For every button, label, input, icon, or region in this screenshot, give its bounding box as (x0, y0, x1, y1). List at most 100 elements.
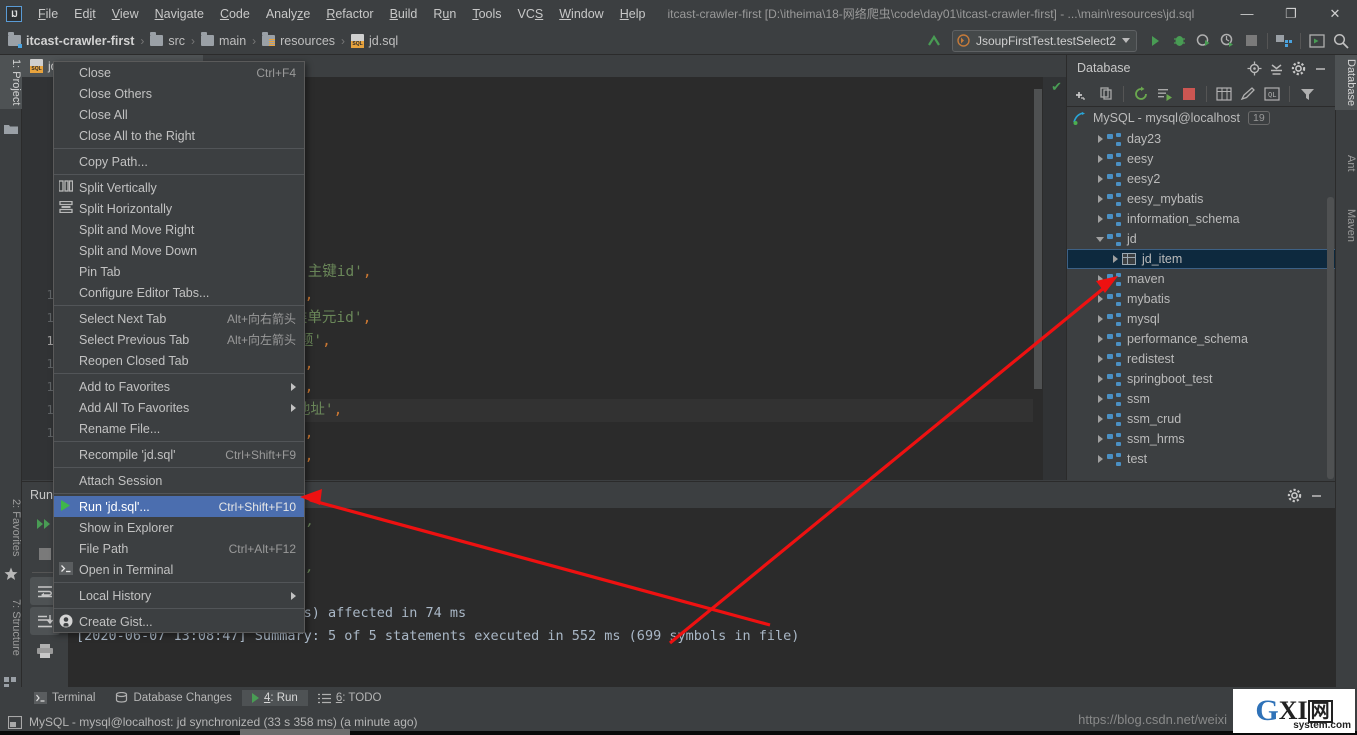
chevron-right-icon[interactable] (1093, 335, 1107, 343)
gear-icon[interactable] (1283, 484, 1305, 506)
database-schema-node[interactable]: eesy_mybatis (1067, 189, 1336, 209)
locate-icon[interactable] (1243, 57, 1265, 79)
chevron-right-icon[interactable] (1093, 175, 1107, 183)
menu-item-reopen-closed-tab[interactable]: Reopen Closed Tab (54, 350, 304, 371)
breadcrumb-project[interactable]: itcast-crawler-first (8, 32, 134, 48)
database-schema-node[interactable]: eesy2 (1067, 169, 1336, 189)
duplicate-icon[interactable] (1095, 83, 1117, 105)
menu-item-attach-session[interactable]: Attach Session (54, 470, 304, 491)
bottom-tab-terminal[interactable]: Terminal (24, 690, 105, 706)
chevron-right-icon[interactable] (1093, 295, 1107, 303)
menu-run[interactable]: Run (425, 3, 464, 25)
menu-analyze[interactable]: Analyze (258, 3, 318, 25)
gear-icon[interactable] (1287, 57, 1309, 79)
menu-refactor[interactable]: Refactor (318, 3, 381, 25)
database-schema-node[interactable]: ssm_crud (1067, 409, 1336, 429)
database-schema-node[interactable]: redistest (1067, 349, 1336, 369)
database-schema-node[interactable]: jd (1067, 229, 1336, 249)
console-icon[interactable]: QL (1261, 83, 1283, 105)
menu-build[interactable]: Build (382, 3, 426, 25)
menu-item-select-previous-tab[interactable]: Select Previous Tab Alt+向左箭头 (54, 329, 304, 350)
chevron-right-icon[interactable] (1093, 415, 1107, 423)
menu-item-close-others[interactable]: Close Others (54, 83, 304, 104)
menu-item-rename-file[interactable]: Rename File... (54, 418, 304, 439)
bottom-tab-todo[interactable]: 6: TODO (308, 690, 392, 706)
refresh-icon[interactable] (1130, 83, 1152, 105)
database-schema-node[interactable]: eesy (1067, 149, 1336, 169)
database-scrollbar-thumb[interactable] (1327, 197, 1334, 479)
menu-item-create-gist[interactable]: Create Gist... (54, 611, 304, 632)
chevron-down-icon[interactable] (1093, 236, 1107, 242)
bottom-tab-database-changes[interactable]: Database Changes (105, 690, 241, 707)
chevron-right-icon[interactable] (1093, 355, 1107, 363)
sidebar-tab-project[interactable]: 1: Project (0, 55, 22, 110)
add-icon[interactable] (1071, 83, 1093, 105)
chevron-right-icon[interactable] (1093, 155, 1107, 163)
debug-button[interactable] (1167, 29, 1191, 53)
run-configuration-selector[interactable]: JsoupFirstTest.testSelect2 (951, 29, 1137, 52)
hide-panel-icon[interactable] (1309, 57, 1331, 79)
chevron-right-icon[interactable] (1093, 455, 1107, 463)
maximize-button[interactable]: ❐ (1269, 0, 1313, 27)
hide-panel-icon[interactable] (1305, 484, 1327, 506)
database-schema-node[interactable]: mysql (1067, 309, 1336, 329)
database-schema-node[interactable]: information_schema (1067, 209, 1336, 229)
sidebar-tab-database[interactable]: Database (1335, 55, 1357, 111)
chevron-right-icon[interactable] (1093, 215, 1107, 223)
menu-item-configure-editor-tabs[interactable]: Configure Editor Tabs... (54, 282, 304, 303)
sidebar-tab-structure[interactable]: 7: Structure (0, 595, 22, 660)
menu-item-split-and-move-right[interactable]: Split and Move Right (54, 219, 304, 240)
run-button[interactable] (1143, 29, 1167, 53)
database-schema-node[interactable]: day23 (1067, 129, 1336, 149)
filter-icon[interactable] (1296, 83, 1318, 105)
menu-edit[interactable]: Edit (66, 3, 104, 25)
menu-help[interactable]: Help (612, 3, 654, 25)
menu-item-open-in-terminal[interactable]: Open in Terminal (54, 559, 304, 580)
profile-button[interactable] (1215, 29, 1239, 53)
database-schema-node[interactable]: springboot_test (1067, 369, 1336, 389)
collapse-all-icon[interactable] (1265, 57, 1287, 79)
stop-button[interactable] (1239, 29, 1263, 53)
menu-item-select-next-tab[interactable]: Select Next Tab Alt+向右箭头 (54, 308, 304, 329)
menu-view[interactable]: View (104, 3, 147, 25)
sidebar-tab-maven[interactable]: Maven (1335, 205, 1357, 246)
chevron-right-icon[interactable] (1108, 255, 1122, 263)
menu-item-split-vertically[interactable]: Split Vertically (54, 177, 304, 198)
menu-item-pin-tab[interactable]: Pin Tab (54, 261, 304, 282)
close-button[interactable]: ✕ (1313, 0, 1357, 27)
menu-file[interactable]: File (30, 3, 66, 25)
database-schema-node[interactable]: performance_schema (1067, 329, 1336, 349)
project-structure-icon[interactable] (1272, 29, 1296, 53)
run-query-icon[interactable] (1154, 83, 1176, 105)
menu-item-close-all[interactable]: Close All (54, 104, 304, 125)
vcs-update-icon[interactable] (922, 29, 946, 53)
edit-icon[interactable] (1237, 83, 1259, 105)
database-schema-node[interactable]: maven (1067, 269, 1336, 289)
menu-item-close-all-to-the-right[interactable]: Close All to the Right (54, 125, 304, 146)
menu-tools[interactable]: Tools (464, 3, 509, 25)
editor-tab-context-menu[interactable]: Close Ctrl+F4 Close Others Close All Close A… (53, 61, 305, 633)
run-with-coverage-button[interactable] (1191, 29, 1215, 53)
database-schema-node[interactable]: mybatis (1067, 289, 1336, 309)
breadcrumb-main[interactable]: main (201, 32, 246, 48)
database-connection-node[interactable]: MySQL - mysql@localhost 19 (1067, 107, 1336, 129)
stop-icon[interactable] (1178, 83, 1200, 105)
database-schema-node[interactable]: test (1067, 449, 1336, 469)
menu-item-recompile-jd-sql[interactable]: Recompile 'jd.sql' Ctrl+Shift+F9 (54, 444, 304, 465)
menu-code[interactable]: Code (212, 3, 258, 25)
menu-item-split-horizontally[interactable]: Split Horizontally (54, 198, 304, 219)
menu-item-file-path[interactable]: File Path Ctrl+Alt+F12 (54, 538, 304, 559)
chevron-right-icon[interactable] (1093, 195, 1107, 203)
breadcrumb-src[interactable]: src (150, 32, 185, 48)
scrollbar-thumb[interactable] (1034, 89, 1042, 389)
menu-item-add-to-favorites[interactable]: Add to Favorites (54, 376, 304, 397)
chevron-right-icon[interactable] (1093, 315, 1107, 323)
menu-item-copy-path[interactable]: Copy Path... (54, 151, 304, 172)
breadcrumb-jdsql[interactable]: jd.sql (351, 33, 398, 48)
minimize-button[interactable]: — (1225, 0, 1269, 27)
menu-item-show-in-explorer[interactable]: Show in Explorer (54, 517, 304, 538)
chevron-right-icon[interactable] (1093, 375, 1107, 383)
sidebar-tab-favorites[interactable]: 2: Favorites (0, 495, 22, 560)
menu-item-local-history[interactable]: Local History (54, 585, 304, 606)
menu-item-close[interactable]: Close Ctrl+F4 (54, 62, 304, 83)
